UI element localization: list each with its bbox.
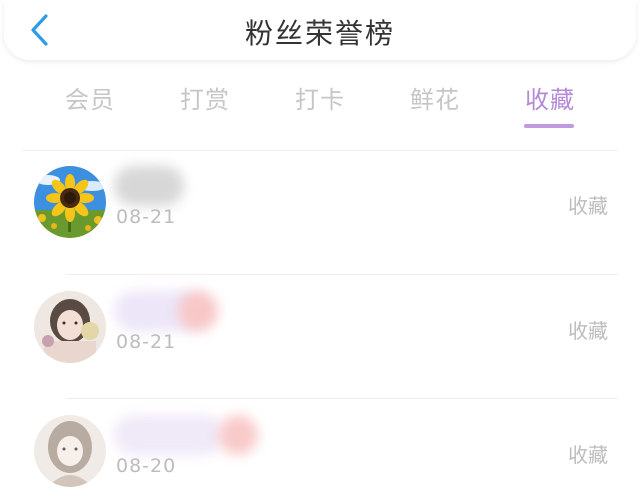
list-item[interactable]: 08-21 收藏 bbox=[0, 150, 640, 274]
fans-honor-page: 粉丝荣誉榜 会员 打赏 打卡 鲜花 收藏 08-21 收藏 08-21 收藏 0… bbox=[0, 0, 640, 503]
tab-checkin[interactable]: 打卡 bbox=[270, 80, 370, 115]
portrait-avatar bbox=[34, 291, 106, 363]
blurred-username bbox=[114, 415, 224, 455]
blurred-username-badge bbox=[178, 291, 218, 331]
favorite-action-label: 收藏 bbox=[568, 194, 608, 218]
blurred-username bbox=[114, 166, 184, 206]
list-item-date: 08-21 bbox=[116, 331, 177, 353]
list-item[interactable]: 08-20 收藏 bbox=[0, 399, 640, 503]
tab-members[interactable]: 会员 bbox=[40, 80, 140, 115]
list-item-date: 08-20 bbox=[116, 455, 177, 477]
header-bar: 粉丝荣誉榜 bbox=[4, 0, 636, 60]
favorite-action-label: 收藏 bbox=[568, 443, 608, 467]
list-item-date: 08-21 bbox=[116, 206, 177, 228]
page-title: 粉丝荣誉榜 bbox=[244, 17, 395, 50]
active-tab-indicator bbox=[524, 124, 574, 128]
tab-bar: 会员 打赏 打卡 鲜花 收藏 bbox=[0, 80, 640, 130]
tab-favorites[interactable]: 收藏 bbox=[500, 80, 600, 115]
favorite-action-label: 收藏 bbox=[568, 319, 608, 343]
sunflower-avatar bbox=[34, 166, 106, 238]
tab-flowers[interactable]: 鲜花 bbox=[385, 80, 485, 115]
sketch-portrait-avatar bbox=[34, 415, 106, 487]
tab-rewards[interactable]: 打赏 bbox=[155, 80, 255, 115]
list-item[interactable]: 08-21 收藏 bbox=[0, 275, 640, 399]
blurred-username-badge bbox=[218, 415, 258, 455]
